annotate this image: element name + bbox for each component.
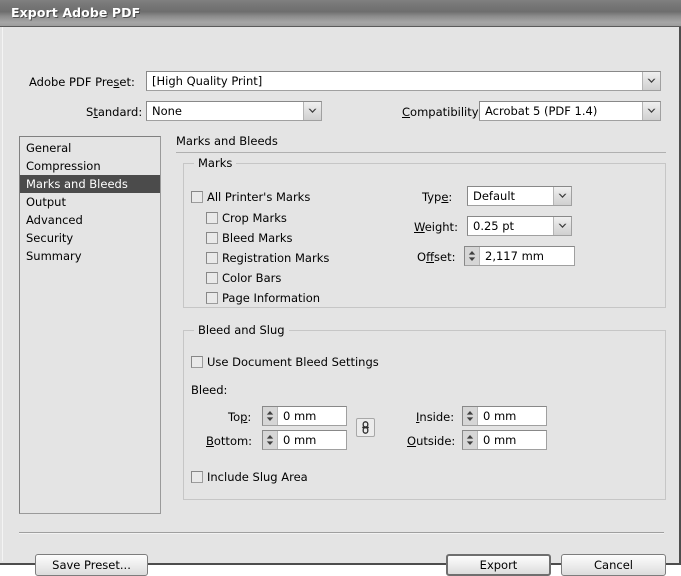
preset-dropdown[interactable]: [High Quality Print]	[146, 71, 661, 91]
all-printers-marks-checkbox[interactable]: All Printer's Marks	[191, 190, 310, 204]
compatibility-dropdown[interactable]: Acrobat 5 (PDF 1.4)	[479, 101, 661, 121]
export-adobe-pdf-dialog: Export Adobe PDF Adobe PDF Preset: [High…	[0, 0, 681, 565]
page-information-label: Page Information	[222, 291, 320, 305]
checkbox-box[interactable]	[206, 212, 218, 224]
all-printers-marks-label: All Printer's Marks	[207, 190, 310, 204]
bleed-marks-label: Bleed Marks	[222, 231, 293, 245]
include-slug-area-checkbox[interactable]: Include Slug Area	[191, 470, 308, 484]
sidebar-item-output[interactable]: Output	[20, 193, 160, 211]
export-button[interactable]: Export	[446, 554, 551, 576]
preset-label: Adobe PDF Preset:	[29, 75, 135, 89]
chevron-down-icon[interactable]	[642, 72, 660, 90]
dialog-title: Export Adobe PDF	[11, 5, 140, 20]
type-label: Type:	[422, 190, 452, 204]
stepper-arrows-icon[interactable]	[463, 431, 478, 449]
cancel-label: Cancel	[594, 558, 633, 572]
bleed-bottom-label: Bottom:	[206, 434, 252, 448]
checkbox-box[interactable]	[191, 471, 203, 483]
dialog-titlebar[interactable]: Export Adobe PDF	[0, 0, 681, 27]
offset-label: Offset:	[417, 250, 455, 264]
weight-label: Weight:	[414, 220, 458, 234]
use-document-bleed-settings-label: Use Document Bleed Settings	[207, 355, 379, 369]
bleed-top-value: 0 mm	[278, 407, 346, 425]
chevron-down-icon[interactable]	[303, 102, 321, 120]
offset-value: 2,117 mm	[480, 247, 574, 265]
bleed-subsection-label: Bleed:	[191, 383, 227, 397]
checkbox-box[interactable]	[206, 292, 218, 304]
bleed-and-slug-group-title: Bleed and Slug	[194, 323, 289, 337]
save-preset-label: Save Preset...	[52, 558, 131, 572]
bleed-outside-label: Outside:	[407, 434, 455, 448]
sidebar-item-marks-and-bleeds[interactable]: Marks and Bleeds	[20, 175, 160, 193]
color-bars-checkbox[interactable]: Color Bars	[206, 271, 281, 285]
bleed-bottom-value: 0 mm	[278, 431, 346, 449]
weight-value: 0.25 pt	[468, 217, 553, 235]
marks-group-title: Marks	[194, 156, 236, 170]
checkbox-box[interactable]	[206, 252, 218, 264]
offset-stepper[interactable]: 2,117 mm	[464, 246, 575, 266]
compatibility-label: Compatibility:	[402, 105, 482, 119]
standard-dropdown[interactable]: None	[146, 101, 322, 121]
settings-category-list[interactable]: General Compression Marks and Bleeds Out…	[19, 136, 161, 514]
page-information-checkbox[interactable]: Page Information	[206, 291, 320, 305]
dialog-client-area: Adobe PDF Preset: [High Quality Print] S…	[2, 27, 677, 561]
cancel-button[interactable]: Cancel	[561, 554, 666, 576]
stepper-arrows-icon[interactable]	[263, 407, 278, 425]
registration-marks-checkbox[interactable]: Registration Marks	[206, 251, 329, 265]
stepper-arrows-icon[interactable]	[463, 407, 478, 425]
sidebar-item-compression[interactable]: Compression	[20, 157, 160, 175]
use-document-bleed-settings-checkbox[interactable]: Use Document Bleed Settings	[191, 355, 379, 369]
checkbox-box[interactable]	[206, 272, 218, 284]
checkbox-box[interactable]	[191, 356, 203, 368]
standard-label: Standard:	[86, 105, 142, 119]
bleed-inside-label: Inside:	[416, 410, 454, 424]
bleed-top-label: Top:	[228, 410, 251, 424]
sidebar-item-general[interactable]: General	[20, 139, 160, 157]
bleed-top-stepper[interactable]: 0 mm	[262, 406, 347, 426]
sidebar-item-advanced[interactable]: Advanced	[20, 211, 160, 229]
stepper-arrows-icon[interactable]	[263, 431, 278, 449]
compatibility-value: Acrobat 5 (PDF 1.4)	[480, 102, 642, 120]
bleed-inside-stepper[interactable]: 0 mm	[462, 406, 547, 426]
bleed-outside-value: 0 mm	[478, 431, 546, 449]
chevron-down-icon[interactable]	[642, 102, 660, 120]
chevron-down-icon[interactable]	[553, 187, 571, 205]
chevron-down-icon[interactable]	[553, 217, 571, 235]
crop-marks-checkbox[interactable]: Crop Marks	[206, 211, 287, 225]
checkbox-box[interactable]	[206, 232, 218, 244]
sidebar-item-summary[interactable]: Summary	[20, 247, 160, 265]
chain-link-icon[interactable]	[356, 418, 375, 437]
stepper-arrows-icon[interactable]	[465, 247, 480, 265]
bleed-outside-stepper[interactable]: 0 mm	[462, 430, 547, 450]
bleed-inside-value: 0 mm	[478, 407, 546, 425]
save-preset-button[interactable]: Save Preset...	[35, 554, 148, 576]
button-bar-divider	[19, 532, 664, 534]
weight-dropdown[interactable]: 0.25 pt	[467, 216, 572, 236]
crop-marks-label: Crop Marks	[222, 211, 287, 225]
bleed-marks-checkbox[interactable]: Bleed Marks	[206, 231, 293, 245]
registration-marks-label: Registration Marks	[222, 251, 329, 265]
type-dropdown[interactable]: Default	[467, 186, 572, 206]
checkbox-box[interactable]	[191, 191, 203, 203]
page-title: Marks and Bleeds	[176, 134, 666, 153]
export-label: Export	[480, 558, 518, 572]
preset-value: [High Quality Print]	[147, 72, 642, 90]
bleed-bottom-stepper[interactable]: 0 mm	[262, 430, 347, 450]
color-bars-label: Color Bars	[222, 271, 281, 285]
type-value: Default	[468, 187, 553, 205]
include-slug-area-label: Include Slug Area	[207, 470, 308, 484]
standard-value: None	[147, 102, 303, 120]
sidebar-item-security[interactable]: Security	[20, 229, 160, 247]
